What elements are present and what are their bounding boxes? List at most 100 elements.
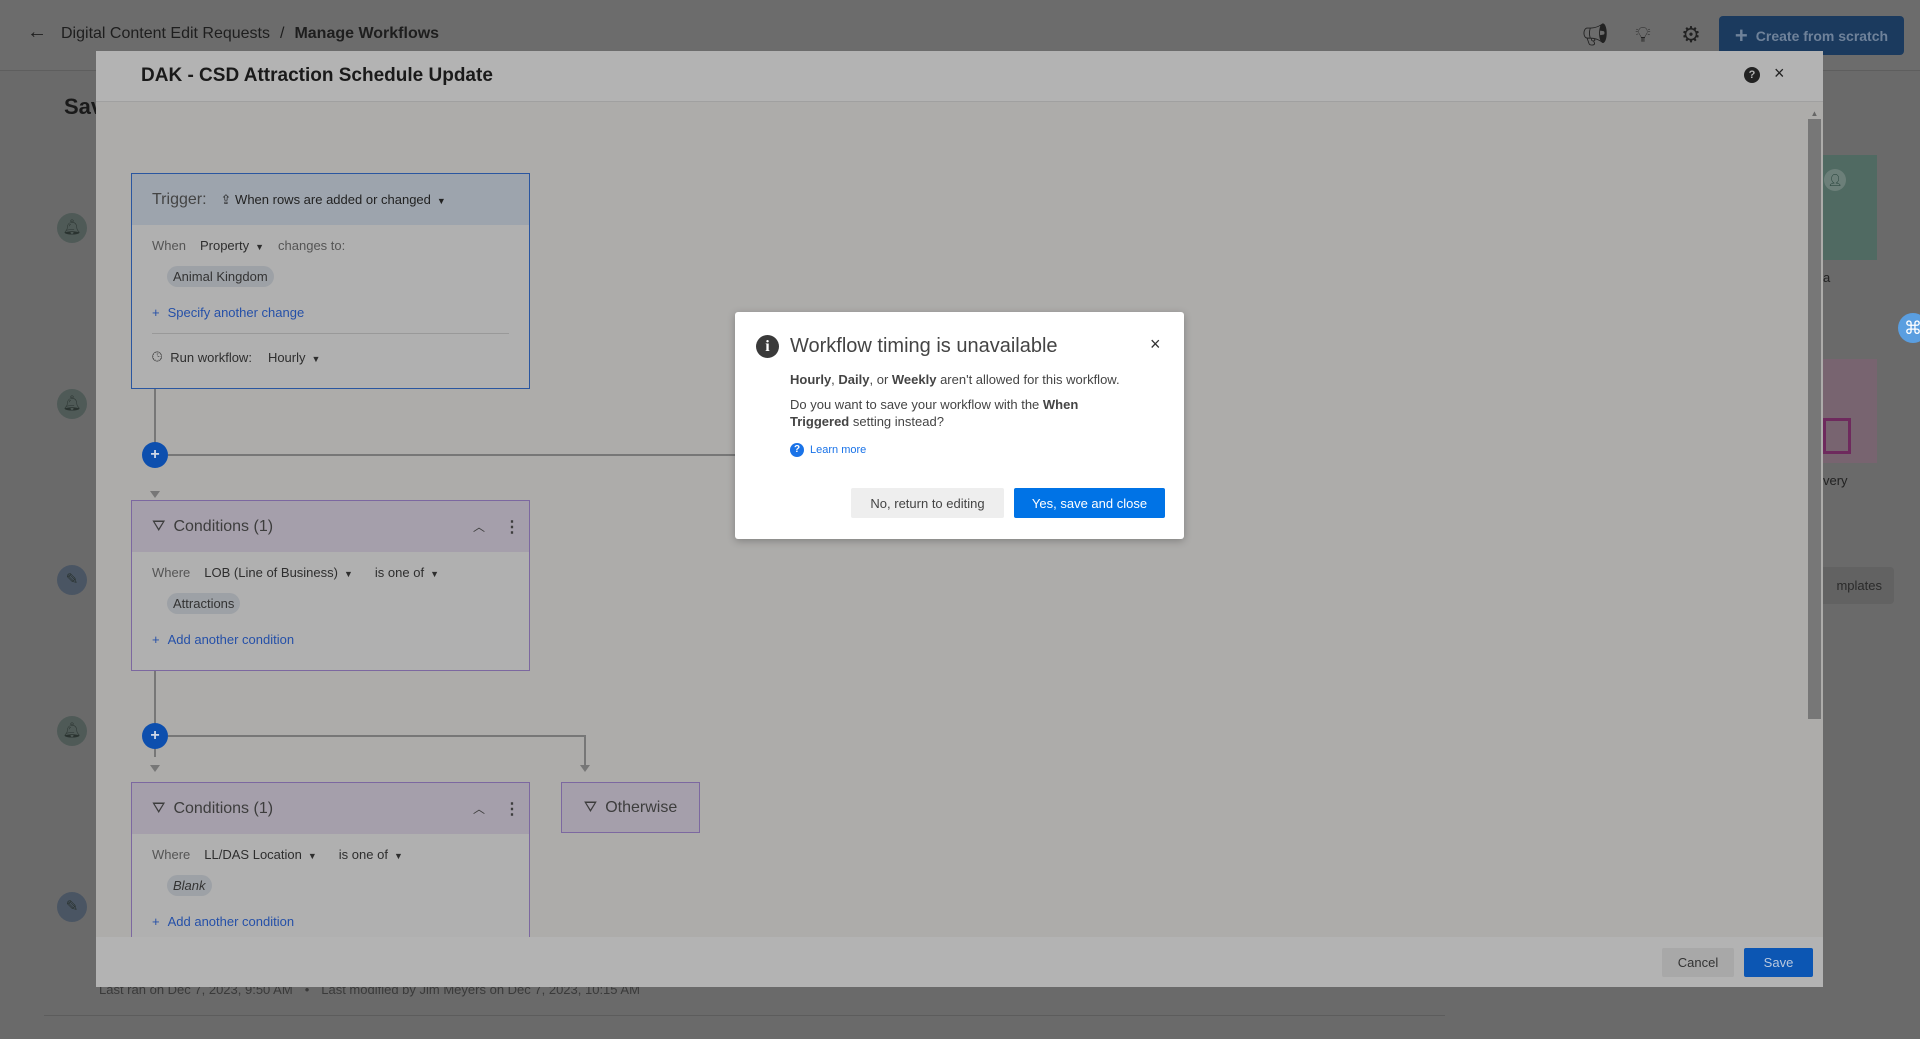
link-label: Add another condition	[167, 632, 295, 647]
changes-to-label: changes to:	[278, 238, 346, 253]
filter-icon: ⛛	[152, 799, 166, 817]
operator-dropdown[interactable]: is one of ▼	[339, 847, 403, 862]
more-options-icon[interactable]: ⋮	[504, 799, 520, 819]
add-another-condition-link[interactable]: + Add another condition	[132, 632, 529, 647]
run-frequency-dropdown[interactable]: Hourly ▼	[268, 350, 321, 365]
workflow-canvas: ▲ ▼ Trigger: ⇪ When rows are added or ch…	[96, 101, 1823, 988]
chevron-up-icon[interactable]: ︿	[473, 518, 485, 535]
more-options-icon[interactable]: ⋮	[504, 517, 520, 537]
operator-value: is one of	[338, 847, 388, 862]
text-bold: Daily	[838, 372, 870, 387]
filter-icon: ⛛	[152, 517, 166, 535]
timing-unavailable-dialog: i Workflow timing is unavailable × Hourl…	[735, 312, 1184, 539]
bell-icon: 🔔︎	[57, 213, 87, 243]
link-label: Add another condition	[167, 914, 295, 929]
add-step-button[interactable]: +	[142, 723, 168, 749]
bell-icon: 🔔︎	[57, 389, 87, 419]
dialog-title: Workflow timing is unavailable	[790, 335, 1058, 357]
otherwise-node[interactable]: ⛛ Otherwise	[561, 782, 700, 833]
close-icon[interactable]: ×	[1774, 63, 1785, 84]
learn-more-link[interactable]: ? Learn more	[790, 443, 866, 457]
plus-icon: +	[152, 914, 160, 929]
modal-title: DAK - CSD Attraction Schedule Update	[141, 65, 493, 86]
filter-icon: ⛛	[583, 798, 598, 816]
breadcrumb-current: Manage Workflows	[294, 25, 440, 42]
scrollbar[interactable]: ▲	[1808, 109, 1821, 734]
field-value: LOB (Line of Business)	[204, 565, 338, 580]
trigger-node: Trigger: ⇪ When rows are added or change…	[131, 173, 530, 389]
value-chip[interactable]: Attractions	[167, 593, 241, 614]
trigger-label: Trigger:	[152, 190, 207, 208]
yes-save-and-close-button[interactable]: Yes, save and close	[1014, 488, 1165, 518]
dialog-question: Do you want to save your workflow with t…	[790, 396, 1120, 430]
text-bold: Weekly	[891, 372, 937, 387]
otherwise-label: Otherwise	[605, 798, 678, 816]
plus-icon: +	[152, 305, 160, 320]
conditions-title: Conditions (1)	[173, 517, 274, 535]
create-from-scratch-button[interactable]: + Create from scratch	[1719, 16, 1904, 55]
conditions-node: ⛛ Conditions (1) ︿ ⋮ Where LOB (Line of B…	[131, 500, 530, 671]
conditions-title: Conditions (1)	[173, 799, 274, 817]
help-icon: ?	[790, 443, 804, 457]
link-label: Specify another change	[167, 305, 305, 320]
dialog-message: Hourly, Daily, or Weekly aren't allowed …	[790, 372, 1160, 387]
value-chip[interactable]: Animal Kingdom	[167, 266, 274, 287]
person-icon: 👤︎	[1824, 169, 1846, 191]
chevron-up-icon[interactable]: ︿	[473, 800, 485, 817]
back-arrow-icon[interactable]: ←	[27, 21, 47, 44]
breadcrumb: Digital Content Edit Requests / Manage W…	[61, 25, 439, 43]
when-label: When	[152, 238, 186, 253]
arrow-down-icon	[150, 765, 160, 772]
text: setting instead?	[849, 414, 944, 429]
learn-more-label: Learn more	[810, 444, 867, 456]
lightbulb-icon[interactable]: 💡︎	[1630, 22, 1656, 48]
field-dropdown[interactable]: LL/DAS Location ▼	[204, 847, 317, 862]
pencil-icon: ✎	[57, 892, 87, 922]
help-icon[interactable]: ?	[1744, 67, 1760, 83]
breadcrumb-separator: /	[280, 25, 285, 42]
property-value: Property	[199, 238, 250, 253]
megaphone-icon[interactable]: 📢︎	[1581, 22, 1609, 48]
connector	[584, 735, 586, 767]
no-return-to-editing-button[interactable]: No, return to editing	[851, 488, 1004, 518]
run-workflow-label: Run workflow:	[170, 349, 252, 365]
scrollbar-thumb[interactable]	[1808, 119, 1821, 719]
arrow-down-icon	[150, 491, 160, 498]
create-label: Create from scratch	[1755, 27, 1889, 44]
conditions-node: ⛛ Conditions (1) ︿ ⋮ Where LL/DAS Locatio…	[131, 782, 530, 953]
divider	[152, 333, 509, 334]
pencil-icon: ✎	[57, 565, 87, 595]
save-button[interactable]: Save	[1744, 948, 1813, 977]
operator-dropdown[interactable]: is one of ▼	[375, 565, 439, 580]
template-card-label: very	[1823, 473, 1848, 488]
cancel-button[interactable]: Cancel	[1662, 948, 1734, 977]
template-card-label: a	[1823, 270, 1831, 285]
add-step-button[interactable]: +	[142, 442, 168, 468]
trigger-type-value: When rows are added or changed	[235, 191, 431, 207]
text: Do you want to save your workflow with t…	[790, 397, 1043, 412]
field-dropdown[interactable]: LOB (Line of Business) ▼	[204, 565, 353, 580]
property-dropdown[interactable]: Property ▼	[200, 238, 264, 253]
run-frequency-value: Hourly	[267, 349, 306, 365]
bell-icon: 🔔︎	[57, 716, 87, 746]
trigger-type-dropdown[interactable]: ⇪ When rows are added or changed ▼	[221, 192, 446, 208]
command-icon[interactable]: ⌘	[1898, 313, 1920, 343]
table-add-icon: ⇪	[220, 191, 236, 207]
operator-value: is one of	[374, 565, 425, 580]
breadcrumb-parent[interactable]: Digital Content Edit Requests	[61, 25, 270, 43]
text: aren't allowed for this workflow.	[936, 372, 1120, 387]
arrow-down-icon	[580, 765, 590, 772]
connector	[168, 735, 586, 737]
gear-icon[interactable]: ⚙	[1678, 22, 1704, 48]
specify-another-change-link[interactable]: + Specify another change	[132, 305, 529, 320]
where-label: Where	[152, 565, 191, 580]
template-card-image[interactable]	[1823, 359, 1877, 463]
where-label: Where	[152, 847, 191, 862]
add-another-condition-link[interactable]: + Add another condition	[132, 914, 529, 929]
value-chip[interactable]: Blank	[167, 875, 212, 896]
template-card-image[interactable]: 👤︎	[1823, 155, 1877, 260]
card-border	[44, 1015, 1445, 1016]
modal-footer: Cancel Save	[96, 937, 1823, 987]
close-icon[interactable]: ×	[1150, 334, 1161, 355]
text: , or	[869, 372, 892, 387]
